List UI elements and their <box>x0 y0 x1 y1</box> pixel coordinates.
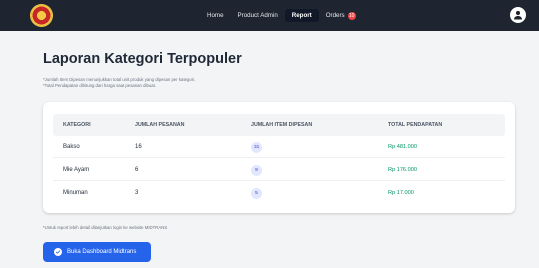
table-header: KATEGORI JUMLAH PESANAN JUMLAH ITEM DIPE… <box>53 114 505 136</box>
nav-orders[interactable]: Orders 10 <box>319 9 363 23</box>
column-header-category: KATEGORI <box>63 122 91 128</box>
nav-product-admin[interactable]: Product Admin <box>231 9 285 22</box>
table-row: Mie Ayam 6 9 Rp 176.000 <box>53 159 505 181</box>
page-title: Laporan Kategori Terpopuler <box>43 51 242 67</box>
cell-orders: 16 <box>135 144 142 150</box>
column-header-orders: JUMLAH PESANAN <box>135 122 185 128</box>
nav-home[interactable]: Home <box>200 9 231 22</box>
nav-links: Home Product Admin Report Orders 10 <box>200 0 363 31</box>
note-income: *Total Pendapatan dihitung dari harga sa… <box>43 83 156 89</box>
cell-income: Rp 17.000 <box>388 190 414 196</box>
midtrans-note: *Untuk report lebih detail dilanjutkan l… <box>43 225 168 230</box>
cell-items-pill: 5 <box>251 188 262 199</box>
cell-income: Rp 176.000 <box>388 167 417 173</box>
check-circle-icon <box>54 248 62 256</box>
open-midtrans-dashboard-button[interactable]: Buka Dashboard Midtrans <box>43 242 151 262</box>
top-navbar: Home Product Admin Report Orders 10 <box>0 0 539 31</box>
orders-count-badge: 10 <box>347 11 356 20</box>
user-account-button[interactable] <box>510 7 526 23</box>
cell-items-pill: 9 <box>251 165 262 176</box>
app-logo-icon[interactable] <box>31 5 52 26</box>
open-midtrans-dashboard-label: Buka Dashboard Midtrans <box>67 249 137 255</box>
nav-orders-label: Orders <box>325 12 345 19</box>
report-notes: *Jumlah Item Dipesan menunjukkan total u… <box>43 77 195 89</box>
category-report-table: KATEGORI JUMLAH PESANAN JUMLAH ITEM DIPE… <box>43 102 515 213</box>
cell-category: Bakso <box>63 144 80 150</box>
cell-items-pill: 31 <box>251 142 263 153</box>
column-header-income: TOTAL PENDAPATAN <box>388 122 443 128</box>
cell-orders: 3 <box>135 190 139 196</box>
user-icon <box>514 10 522 20</box>
cell-income: Rp 481.000 <box>388 144 417 150</box>
table-row: Bakso 16 31 Rp 481.000 <box>53 136 505 158</box>
cell-orders: 6 <box>135 167 139 173</box>
check-icon <box>55 250 61 254</box>
nav-report[interactable]: Report <box>284 9 319 22</box>
cell-category: Mie Ayam <box>63 167 90 173</box>
column-header-items: JUMLAH ITEM DIPESAN <box>251 122 313 128</box>
table-row: Minuman 3 5 Rp 17.000 <box>53 182 505 204</box>
cell-category: Minuman <box>63 190 88 196</box>
